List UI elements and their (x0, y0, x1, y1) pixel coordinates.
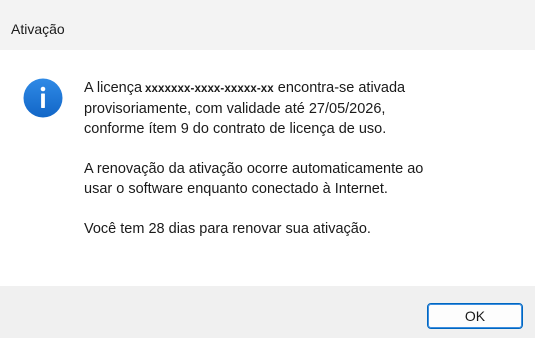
message-text: A licença xxxxxxx-xxxx-xxxxx-xx encontra-s… (84, 78, 524, 239)
dialog-footer: OK (0, 286, 535, 338)
license-key: xxxxxxx-xxxx-xxxxx-xx (145, 83, 274, 95)
title-bar: Ativação (0, 0, 535, 50)
days-remaining-text: Você tem 28 dias para renovar sua ativaç… (84, 221, 371, 237)
license-suffix: encontra-se ativada (277, 80, 406, 96)
renewal-line-1: A renovação da ativação ocorre automatic… (84, 161, 424, 177)
activation-dialog: Ativação A licença xxxxxxx-xxxx-xxxxx-xx e… (0, 0, 535, 338)
ok-button[interactable]: OK (427, 303, 523, 329)
contract-line: conforme ítem 9 do contrato de licença d… (84, 121, 387, 137)
dialog-body: A licença xxxxxxx-xxxx-xxxxx-xx encontra-s… (0, 50, 535, 286)
message-paragraph-1: A licença xxxxxxx-xxxx-xxxxx-xx encontra-s… (84, 78, 524, 139)
message-paragraph-3: Você tem 28 dias para renovar sua ativaç… (84, 219, 524, 239)
license-prefix: A licença (84, 80, 143, 96)
dialog-title: Ativação (11, 21, 65, 37)
renewal-line-2: usar o software enquanto conectado à Int… (84, 181, 388, 197)
info-icon (23, 78, 63, 118)
validity-line: provisoriamente, com validade até 27/05/… (84, 101, 386, 117)
message-paragraph-2: A renovação da ativação ocorre automatic… (84, 159, 524, 199)
